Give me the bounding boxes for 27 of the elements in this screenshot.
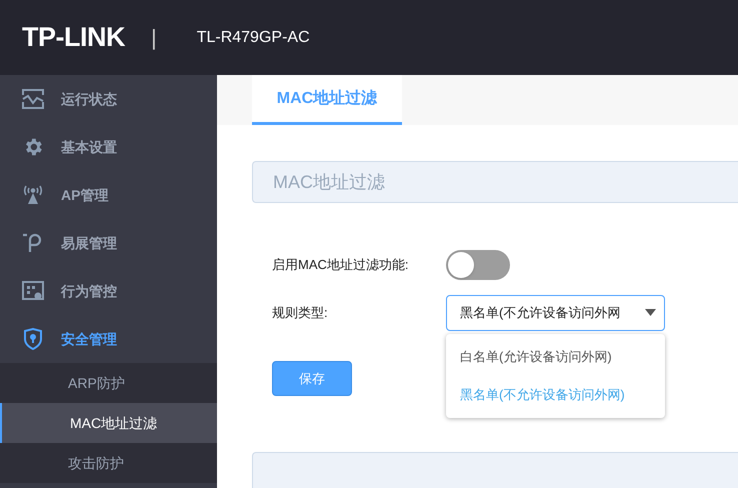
- menu-item[interactable]: 基本设置: [0, 123, 217, 171]
- submenu-item[interactable]: ARP防护: [0, 363, 217, 403]
- dropdown-option[interactable]: 白名单(允许设备访问外网): [446, 338, 665, 376]
- p-icon: [22, 233, 44, 253]
- chart-icon: [22, 89, 44, 109]
- panel-title: MAC地址过滤: [273, 170, 385, 194]
- model-name: TL-R479GP-AC: [196, 28, 310, 48]
- antenna-icon: [22, 184, 44, 206]
- submenu-item[interactable]: MAC地址过滤: [0, 403, 217, 443]
- field-label: 启用MAC地址过滤功能:: [272, 256, 410, 274]
- shield-icon: [23, 328, 43, 350]
- rule-type-dropdown[interactable]: 黑名单(不允许设备访问外网: [446, 295, 665, 331]
- save-button[interactable]: 保存: [272, 361, 352, 396]
- menu-item[interactable]: AP管理: [0, 171, 217, 219]
- tab[interactable]: MAC地址过滤: [252, 75, 402, 125]
- toggle-switch[interactable]: [446, 250, 510, 280]
- menu-item[interactable]: 安全管理: [0, 315, 217, 363]
- logo: TP-LINK: [22, 21, 125, 54]
- menu-item[interactable]: 易展管理: [0, 219, 217, 267]
- menu-item[interactable]: 运行状态: [0, 75, 217, 123]
- field-label: 规则类型:: [272, 304, 329, 322]
- dropdown-option[interactable]: 黑名单(不允许设备访问外网): [446, 376, 665, 414]
- separator: |: [150, 24, 157, 52]
- submenu-item[interactable]: 攻击防护: [0, 443, 217, 483]
- caret-icon: [645, 309, 656, 317]
- menu-item[interactable]: 行为管控: [0, 267, 217, 315]
- screen-icon: [22, 281, 44, 301]
